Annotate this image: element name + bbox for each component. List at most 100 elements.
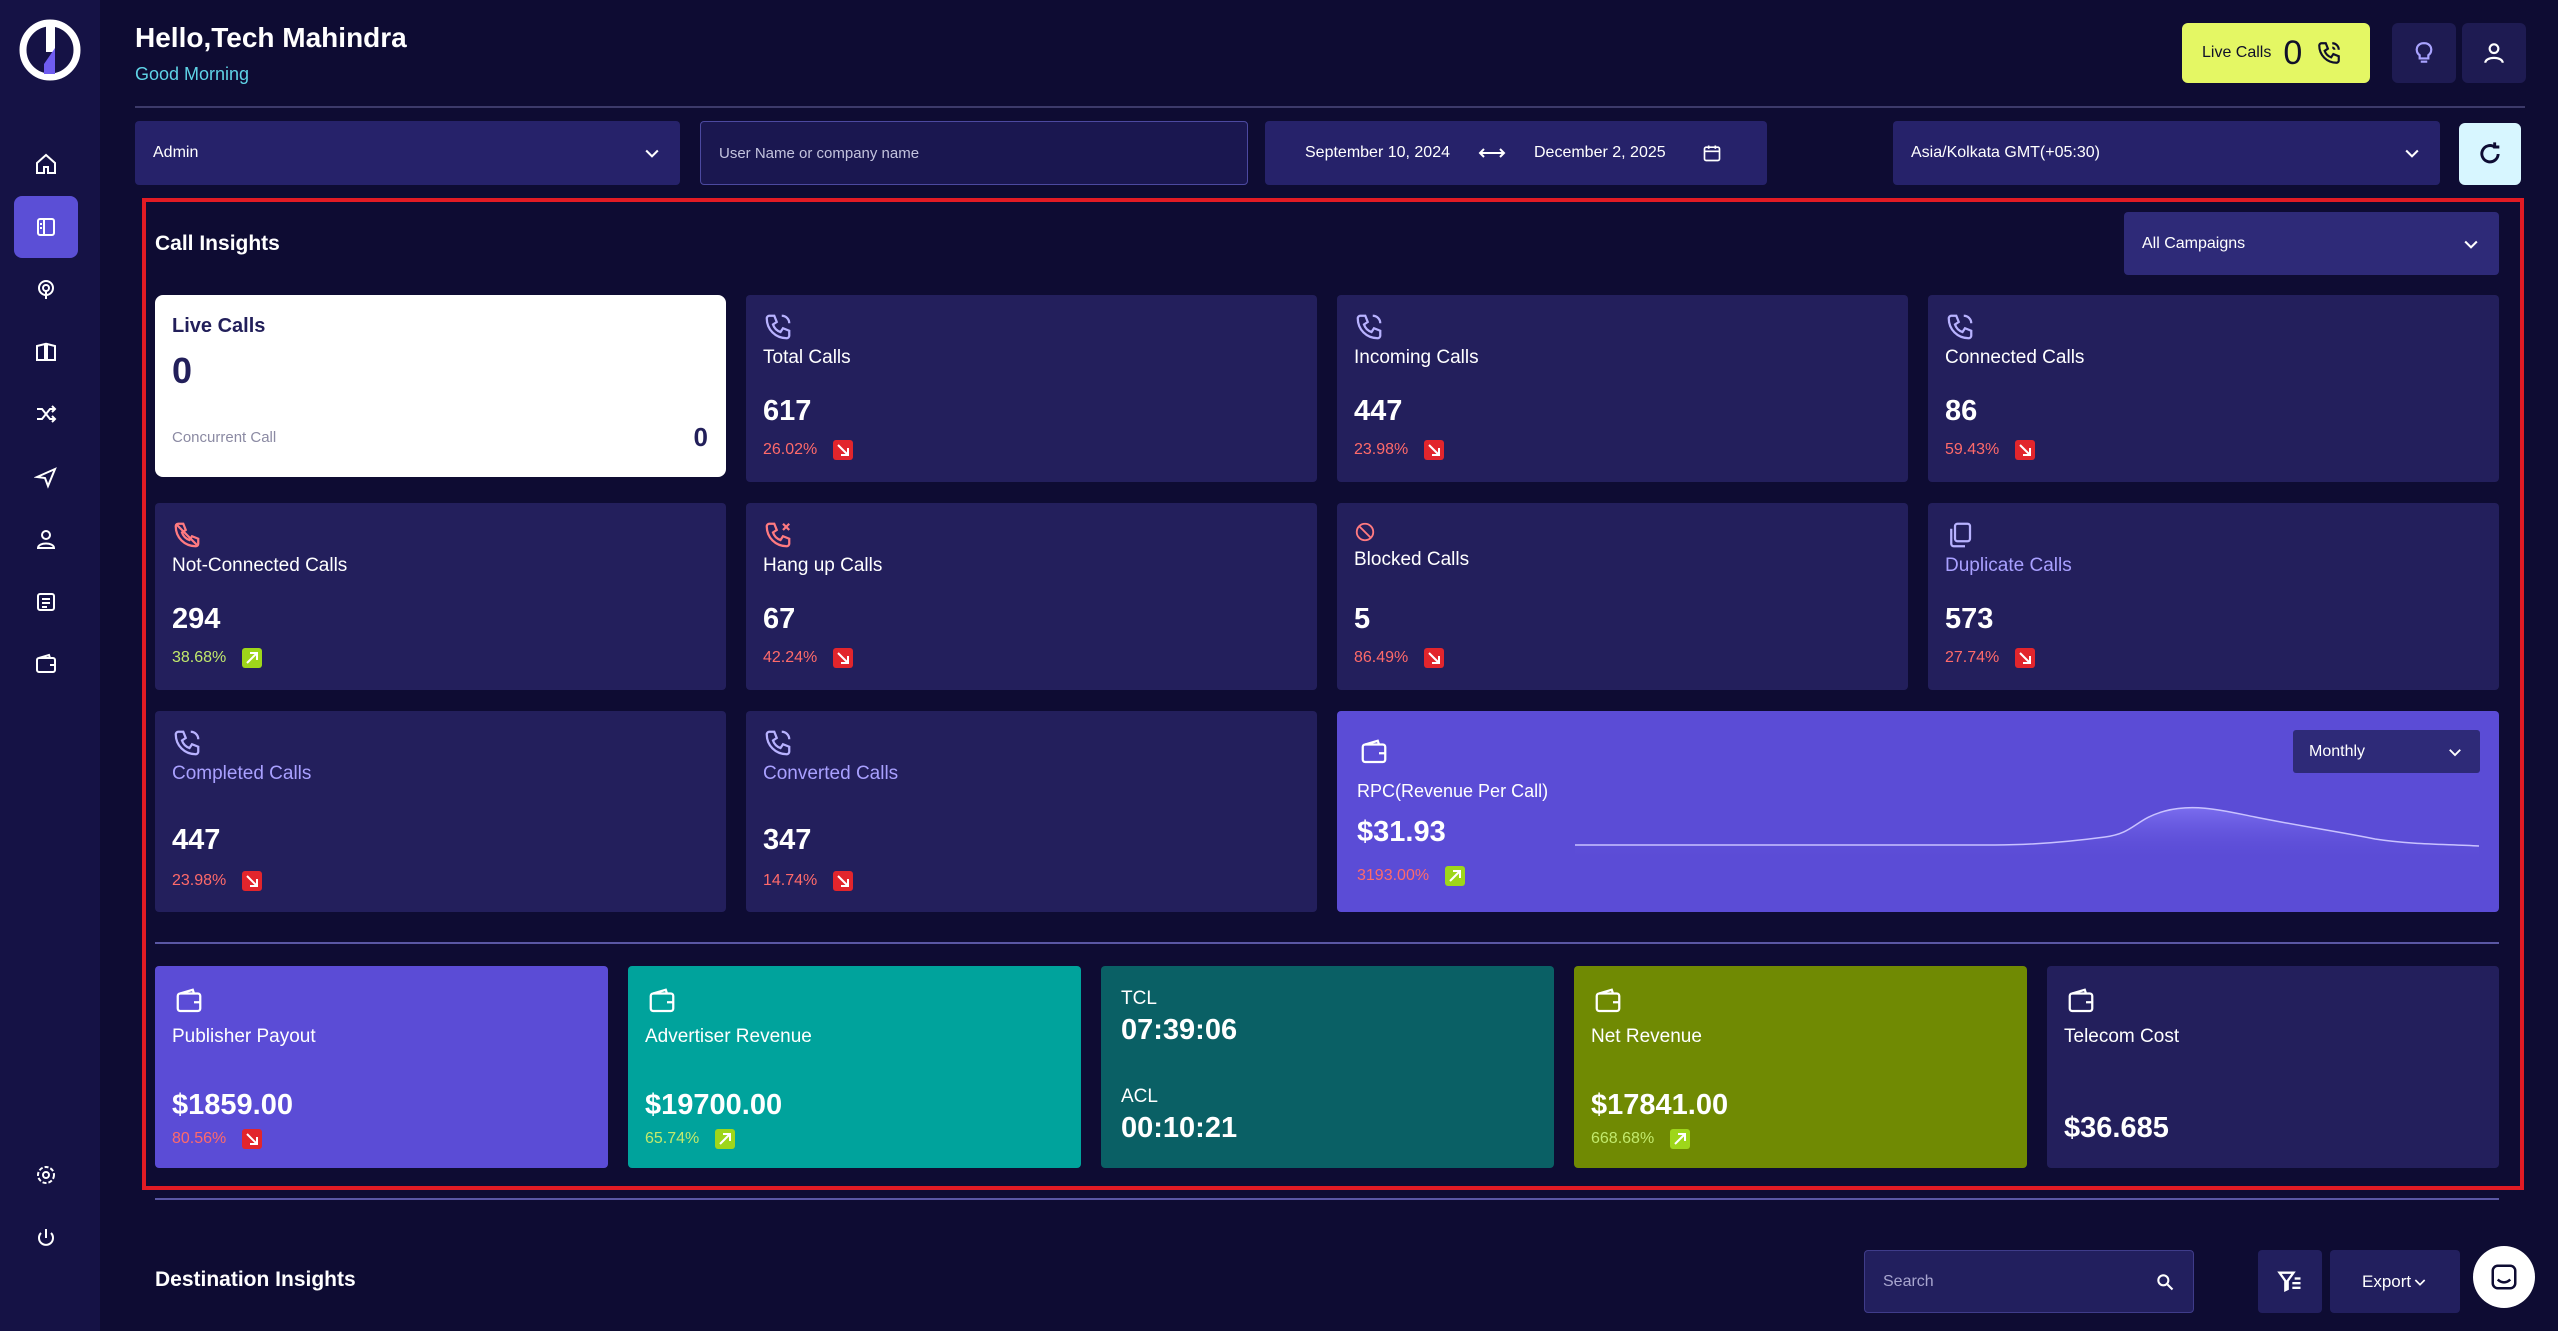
card-value: 67 [763, 603, 796, 635]
blocked-icon [1355, 522, 1375, 542]
trend-down-icon [1424, 648, 1445, 668]
search-placeholder: Search [1883, 1272, 1934, 1290]
notification-button[interactable] [2392, 23, 2456, 83]
card-percent: 23.98% [172, 871, 263, 891]
nav-home[interactable] [14, 133, 78, 195]
profile-button[interactable] [2462, 23, 2526, 83]
nav-dashboard[interactable] [14, 196, 78, 258]
card-value: 447 [1354, 395, 1403, 427]
connected-calls-card[interactable]: Connected Calls 86 59.43% [1928, 295, 2499, 482]
telecom-cost-card[interactable]: Telecom Cost $36.685 [2047, 966, 2499, 1168]
timezone-select[interactable]: Asia/Kolkata GMT(+05:30) [1893, 121, 2440, 185]
chat-icon [2491, 1264, 2517, 1290]
rpc-sparkline [1575, 806, 2479, 861]
live-card-value: 0 [172, 350, 193, 391]
card-label: Not-Connected Calls [172, 555, 348, 576]
wallet-icon [649, 988, 675, 1013]
not-connected-calls-card[interactable]: Not-Connected Calls 294 38.68% [155, 503, 726, 690]
send-icon [34, 467, 57, 489]
tcl-acl-card[interactable]: TCL 07:39:06 ACL 00:10:21 [1101, 966, 1554, 1168]
publisher-payout-card[interactable]: Publisher Payout $1859.00 80.56% [155, 966, 608, 1168]
card-percent: 42.24% [763, 648, 854, 668]
trend-up-icon [1670, 1129, 1691, 1149]
card-percent: 59.43% [1945, 440, 2036, 460]
phone-connected-icon [1947, 314, 1973, 340]
blocked-calls-card[interactable]: Blocked Calls 5 86.49% [1337, 503, 1908, 690]
live-calls-button[interactable]: Live Calls 0 [2182, 23, 2370, 83]
bulb-icon [2415, 42, 2433, 63]
refresh-button[interactable] [2459, 123, 2521, 185]
card-percent: 86.49% [1354, 648, 1445, 668]
filter-button[interactable] [2258, 1250, 2322, 1313]
greeting-text: Good Morning [135, 64, 250, 84]
user-icon [2484, 43, 2504, 64]
wallet-icon [176, 988, 202, 1013]
export-button[interactable]: Export [2330, 1250, 2460, 1313]
timezone-value: Asia/Kolkata GMT(+05:30) [1911, 144, 2100, 161]
trend-down-icon [833, 440, 854, 460]
search-input[interactable]: Search [1864, 1250, 2194, 1313]
card-value: 86 [1945, 395, 1978, 427]
card-percent: 65.74% [645, 1129, 736, 1149]
nav-campaigns[interactable] [14, 258, 78, 320]
rpc-card[interactable]: RPC(Revenue Per Call) $31.93 3193.00% Mo… [1337, 711, 2499, 912]
nav-settings[interactable] [14, 1144, 78, 1206]
nav-routing[interactable] [14, 383, 78, 445]
card-label: Converted Calls [763, 763, 899, 784]
campaign-value: All Campaigns [2142, 234, 2246, 252]
book-icon [36, 342, 56, 361]
duplicate-calls-card[interactable]: Duplicate Calls 573 27.74% [1928, 503, 2499, 690]
nav-targets[interactable] [14, 321, 78, 383]
chat-button[interactable] [2473, 1246, 2535, 1308]
nav-wallet[interactable] [14, 633, 78, 695]
chevron-down-icon [2414, 1278, 2426, 1286]
trend-down-icon [242, 1129, 263, 1149]
phone-x-icon [765, 522, 791, 548]
net-revenue-card[interactable]: Net Revenue $17841.00 668.68% [1574, 966, 2027, 1168]
card-value: 617 [763, 395, 812, 427]
campaign-select[interactable]: All Campaigns [2124, 212, 2499, 275]
card-percent: 27.74% [1945, 648, 2036, 668]
call-insights-title: Call Insights [155, 232, 280, 255]
trend-up-icon [1445, 866, 1466, 886]
card-percent: 80.56% [172, 1129, 263, 1149]
completed-calls-card[interactable]: Completed Calls 447 23.98% [155, 711, 726, 912]
hang-up-calls-card[interactable]: Hang up Calls 67 42.24% [746, 503, 1317, 690]
trend-down-icon [833, 871, 854, 891]
role-select[interactable]: Admin [135, 121, 680, 185]
period-select[interactable]: Monthly [2293, 730, 2480, 773]
search-icon [2157, 1273, 2174, 1290]
card-label: Incoming Calls [1354, 347, 1479, 368]
nav-logout[interactable] [14, 1207, 78, 1269]
phone-off-icon [174, 522, 200, 548]
incoming-calls-card[interactable]: Incoming Calls 447 23.98% [1337, 295, 1908, 482]
calendar-icon [1703, 145, 1720, 162]
live-calls-card[interactable]: Live Calls 0 Concurrent Call 0 [155, 295, 726, 477]
live-calls-label: Live Calls [2202, 44, 2272, 61]
nav-send[interactable] [14, 446, 78, 508]
concurrent-call-value: 0 [693, 422, 708, 452]
wallet-icon [36, 653, 56, 673]
card-value: $17841.00 [1591, 1089, 1729, 1121]
card-label: Telecom Cost [2064, 1026, 2180, 1047]
card-percent: 14.74% [763, 871, 854, 891]
card-value: 573 [1945, 603, 1994, 635]
chevron-down-icon [2464, 240, 2478, 249]
card-percent: 38.68% [172, 648, 263, 668]
nav-users[interactable] [14, 508, 78, 570]
header-divider [135, 106, 2525, 108]
total-calls-card[interactable]: Total Calls 617 26.02% [746, 295, 1317, 482]
logo-icon [19, 19, 81, 81]
date-range-picker[interactable]: September 10, 2024 December 2, 2025 [1265, 121, 1767, 185]
copy-icon [1950, 522, 1972, 548]
converted-calls-card[interactable]: Converted Calls 347 14.74% [746, 711, 1317, 912]
card-value: $19700.00 [645, 1089, 783, 1121]
nav-reports[interactable] [14, 571, 78, 633]
user-search-input[interactable]: User Name or company name [700, 121, 1248, 185]
card-value: 347 [763, 824, 812, 856]
sidebar [0, 0, 100, 1331]
chevron-down-icon [645, 149, 659, 158]
date-to: December 2, 2025 [1534, 144, 1666, 161]
advertiser-revenue-card[interactable]: Advertiser Revenue $19700.00 65.74% [628, 966, 1081, 1168]
power-icon [38, 1229, 54, 1246]
